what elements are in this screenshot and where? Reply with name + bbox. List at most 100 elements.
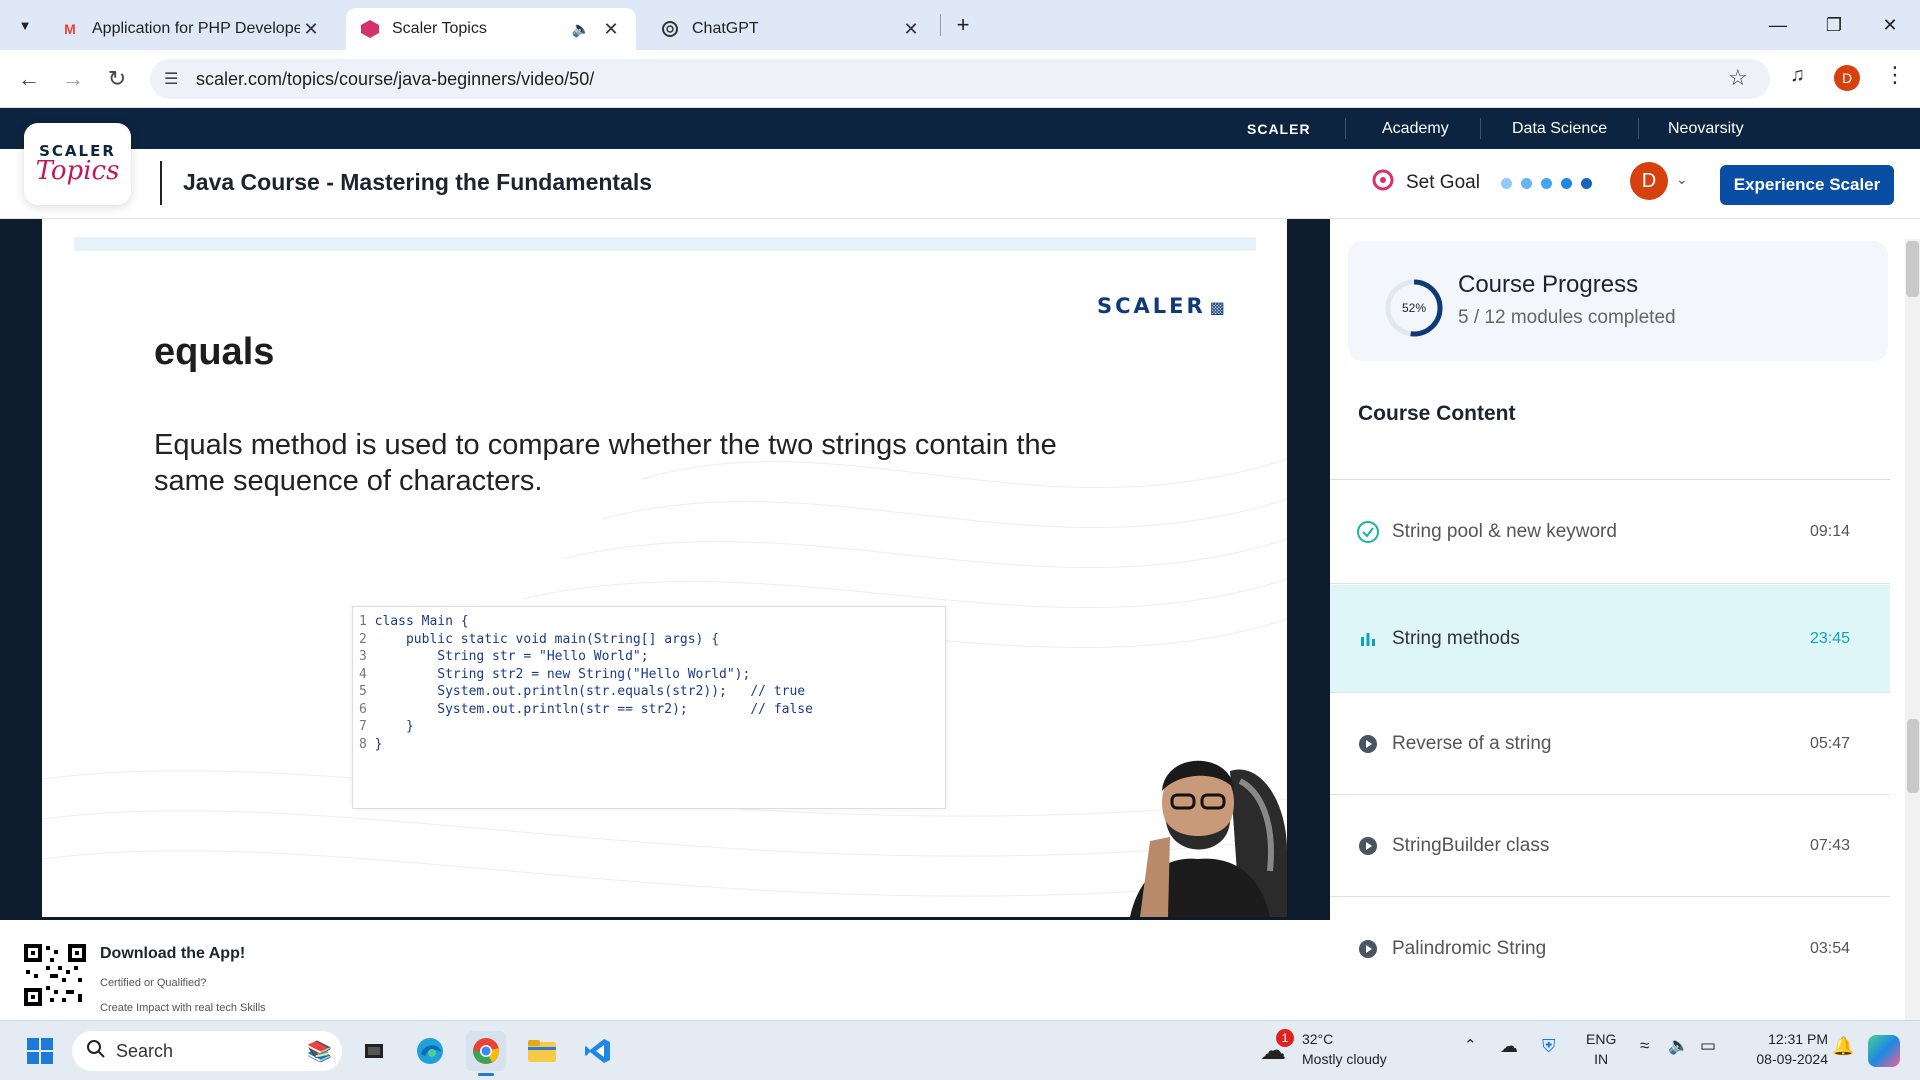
presenter-webcam [1130, 760, 1287, 917]
browser-toolbar: ← → ↻ ☰ scaler.com/topics/course/java-be… [0, 50, 1920, 108]
site-info-icon[interactable]: ☰ [164, 69, 178, 89]
language-indicator[interactable]: ENG IN [1586, 1029, 1616, 1069]
nav-divider [1480, 118, 1481, 139]
chrome-browser-icon[interactable] [466, 1031, 506, 1071]
nav-divider [1638, 118, 1639, 139]
lesson-name: String pool & new keyword [1392, 520, 1617, 542]
goal-progress-dots [1492, 177, 1592, 189]
lesson-item[interactable]: Palindromic String 03:54 [1330, 898, 1890, 999]
new-tab-icon[interactable]: + [950, 12, 976, 38]
progress-percent: 52% [1402, 301, 1426, 315]
edge-browser-icon[interactable] [410, 1031, 450, 1071]
task-view-icon[interactable] [354, 1031, 394, 1071]
bookmark-star-icon[interactable]: ☆ [1728, 65, 1748, 91]
code-line: } [374, 736, 383, 752]
restore-icon[interactable]: ❐ [1806, 0, 1862, 50]
close-tab-icon[interactable]: ✕ [300, 18, 322, 40]
content-scrollbar-thumb[interactable] [1907, 719, 1919, 793]
lesson-item[interactable]: Reverse of a string 05:47 [1330, 694, 1890, 795]
code-line: System.out.println(str.equals(str2)); //… [374, 684, 806, 699]
search-icon [86, 1039, 106, 1064]
nav-scaler[interactable]: SCALER [1247, 108, 1311, 149]
user-avatar[interactable]: D [1630, 162, 1668, 200]
download-app-banner: Download the App! Certified or Qualified… [0, 920, 1330, 1020]
progress-ring: 52% [1385, 279, 1443, 337]
lesson-name: String methods [1392, 627, 1520, 649]
forward-icon[interactable]: → [56, 62, 90, 96]
close-window-icon[interactable]: ✕ [1862, 0, 1918, 50]
code-line: String str = "Hello World"; [374, 649, 649, 664]
play-circle-icon [1356, 834, 1380, 858]
tab-scaler-topics[interactable]: Scaler Topics 🔈 ✕ [346, 8, 636, 50]
address-bar[interactable]: ☰ scaler.com/topics/course/java-beginner… [150, 59, 1770, 99]
copilot-icon[interactable] [1868, 1035, 1900, 1067]
slide-heading: equals [154, 331, 275, 373]
media-control-icon[interactable]: ♫ [1790, 64, 1805, 87]
tab-divider [940, 14, 941, 36]
close-tab-icon[interactable]: ✕ [900, 18, 922, 40]
course-sidebar: 52% Course Progress 5 / 12 modules compl… [1330, 219, 1920, 1020]
clock-time: 12:31 PM [1768, 1031, 1828, 1047]
system-clock[interactable]: 12:31 PM 08-09-2024 [1738, 1029, 1828, 1069]
browser-menu-icon[interactable]: ⋮ [1884, 62, 1906, 88]
scaler-topics-logo[interactable]: SCALER Topics [24, 123, 131, 205]
course-title: Java Course - Mastering the Fundamentals [183, 169, 653, 195]
onedrive-icon[interactable]: ☁ [1500, 1036, 1518, 1057]
course-progress-card: 52% Course Progress 5 / 12 modules compl… [1348, 241, 1888, 361]
lesson-duration: 07:43 [1810, 837, 1851, 854]
file-explorer-icon[interactable] [522, 1031, 562, 1071]
app-banner-tagline: Create Impact with real tech Skills [100, 1002, 266, 1014]
lesson-item[interactable]: String pool & new keyword 09:14 [1330, 480, 1890, 584]
lesson-item[interactable]: StringBuilder class 07:43 [1330, 796, 1890, 897]
windows-start-icon[interactable] [20, 1031, 60, 1071]
tab-gmail[interactable]: M Application for PHP Developer ✕ [46, 8, 336, 50]
scrollbar-thumb[interactable] [1906, 241, 1919, 297]
code-line: } [374, 719, 414, 734]
profile-avatar[interactable]: D [1834, 65, 1860, 91]
wifi-icon[interactable]: ≈ [1640, 1036, 1649, 1056]
qr-code-icon[interactable] [22, 942, 88, 1008]
code-line: System.out.println(str == str2); // fals… [374, 701, 813, 717]
windows-taskbar: Search 📚 ☁ 1 32°C Mostly cloudy ⌃ ☁ ⛨ EN… [0, 1020, 1920, 1080]
minimize-icon[interactable]: — [1750, 0, 1806, 50]
progress-subtitle: 5 / 12 modules completed [1458, 307, 1676, 328]
volume-icon[interactable]: 🔈 [1668, 1036, 1689, 1056]
scaler-logo-icon: ▩ [1209, 298, 1228, 317]
slide-wave-background [42, 458, 1287, 897]
speaker-icon[interactable]: 🔈 [570, 18, 592, 40]
back-icon[interactable]: ← [12, 62, 46, 96]
search-label: Search [116, 1040, 174, 1061]
app-banner-title: Download the App! [100, 945, 246, 962]
battery-icon[interactable]: ▭ [1700, 1036, 1716, 1056]
chevron-down-icon[interactable]: ⌄ [1676, 171, 1688, 188]
nav-academy[interactable]: Academy [1382, 108, 1449, 149]
experience-scaler-button[interactable]: Experience Scaler [1720, 165, 1894, 205]
show-hidden-icons-icon[interactable]: ⌃ [1464, 1036, 1477, 1054]
slide-description: Equals method is used to compare whether… [154, 429, 1057, 497]
active-app-indicator [478, 1073, 494, 1076]
security-shield-icon[interactable]: ⛨ [1542, 1036, 1556, 1057]
tab-search-chevron-icon[interactable]: ▼ [12, 12, 38, 38]
taskbar-search[interactable]: Search 📚 [72, 1031, 342, 1071]
set-goal-button[interactable]: Set Goal [1372, 169, 1592, 197]
tab-title: Scaler Topics [392, 20, 487, 37]
notification-bell-icon[interactable]: 🔔 [1832, 1036, 1854, 1057]
play-circle-icon [1356, 937, 1380, 961]
tab-chatgpt[interactable]: ChatGPT ✕ [646, 8, 936, 50]
lesson-duration: 09:14 [1810, 522, 1851, 540]
sidebar-scrollbar[interactable] [1905, 239, 1920, 1020]
lesson-item-active[interactable]: String methods 23:45 [1330, 585, 1890, 693]
nav-data-science[interactable]: Data Science [1512, 108, 1607, 149]
set-goal-label: Set Goal [1406, 172, 1480, 193]
reload-icon[interactable]: ↻ [100, 62, 134, 96]
url-text[interactable]: scaler.com/topics/course/java-beginners/… [196, 69, 594, 90]
check-circle-icon [1356, 520, 1380, 544]
video-slide[interactable]: SCALER ▩ equals Equals method is used to … [42, 219, 1287, 917]
nav-neovarsity[interactable]: Neovarsity [1668, 108, 1744, 149]
site-header: SCALER Topics Java Course - Mastering th… [0, 123, 1920, 219]
close-tab-icon[interactable]: ✕ [600, 18, 622, 40]
vscode-icon[interactable] [578, 1031, 618, 1071]
gmail-icon: M [64, 21, 76, 37]
weather-widget[interactable]: ☁ 1 32°C Mostly cloudy [1260, 1029, 1420, 1073]
code-snippet: 1 class Main { 2 public static void main… [352, 606, 946, 809]
